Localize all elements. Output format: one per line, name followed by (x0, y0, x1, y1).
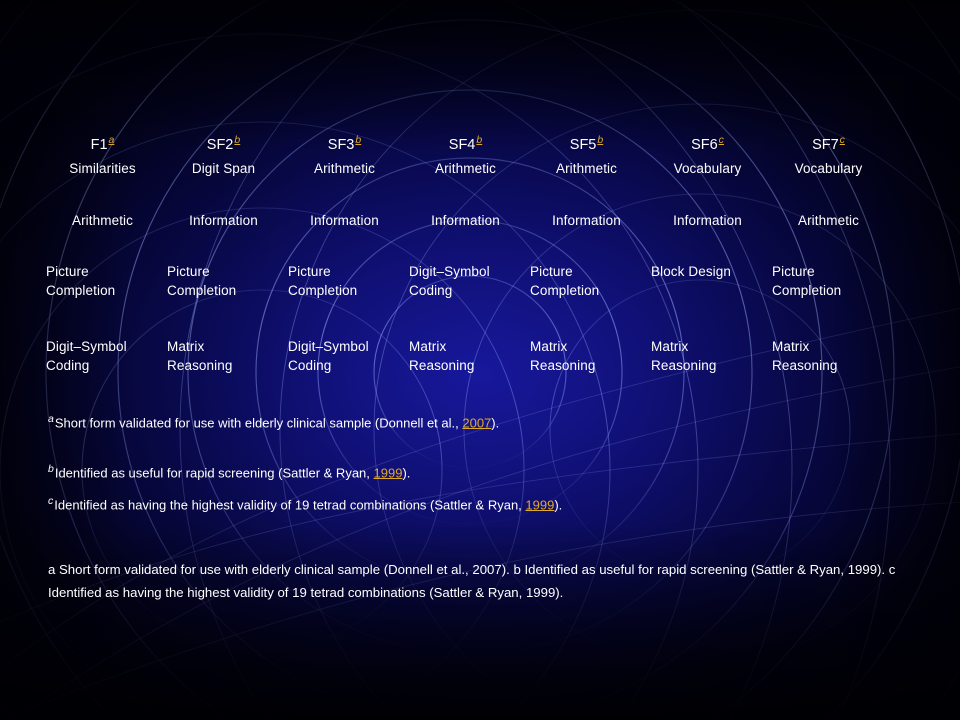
column-code-1: F1a (46, 131, 167, 155)
footnote-link-b[interactable]: 1999 (374, 465, 403, 480)
table-cell: Arithmetic (71, 213, 133, 228)
column-code-4: SF4b (409, 131, 530, 155)
column-superscript-2: b (234, 134, 241, 146)
table-cell: Matrix Reasoning (651, 339, 717, 373)
table-cell: Digit Span (191, 161, 256, 176)
table-cell: Picture Completion (167, 264, 237, 298)
footnote-text-c-before: Identified as having the highest validit… (54, 497, 526, 513)
table-cell: Digit–Symbol Coding (288, 339, 369, 373)
table-cell: Block Design (651, 264, 731, 279)
alt-text-paragraph: a Short form validated for use with elde… (48, 562, 896, 600)
column-superscript-5: b (597, 134, 604, 146)
table-cell: Matrix Reasoning (530, 339, 596, 373)
column-code-text-6: SF6 (691, 136, 718, 153)
table-cell: Picture Completion (46, 264, 116, 298)
column-code-text-5: SF5 (569, 136, 597, 153)
table-row-subtest-3: Picture Completion Picture Completion Pi… (46, 262, 926, 300)
table-row-subtest-1: Similarities Digit Span Arithmetic Arith… (46, 159, 926, 178)
footnote-text-a-before: Short form validated for use with elderl… (54, 415, 463, 431)
table-row-subtest-2: Arithmetic Information Information Infor… (46, 211, 926, 230)
column-code-text-3: SF3 (327, 136, 355, 153)
table-cell: Information (310, 213, 379, 228)
table-cell: Picture Completion (288, 264, 358, 298)
table-cell: Picture Completion (530, 264, 600, 298)
table-cell: Vocabulary (673, 161, 742, 176)
column-code-text-2: SF2 (206, 136, 234, 153)
table-cell: Information (431, 213, 500, 228)
table-cell: Digit–Symbol Coding (46, 339, 127, 373)
table-cell: Digit–Symbol Coding (409, 264, 490, 298)
column-code-7: SF7c (772, 131, 893, 155)
table-cell: Arithmetic (555, 161, 617, 176)
column-code-5: SF5b (530, 131, 651, 155)
column-superscript-6: c (718, 134, 724, 146)
column-code-6: SF6c (651, 131, 772, 155)
column-code-text-4: SF4 (448, 136, 476, 153)
column-superscript-7: c (839, 134, 845, 146)
slide-canvas: F1a SF2b SF3b SF4b SF5b SF6c SF7c Simila… (0, 0, 960, 720)
footnote-b: bIdentified as useful for rapid screenin… (48, 461, 410, 481)
footnote-text-b-before: Identified as useful for rapid screening… (54, 465, 374, 481)
footnote-text-c-after: ). (554, 497, 563, 513)
footnote-marker-a: a (48, 413, 54, 425)
table-cell: Arithmetic (434, 161, 496, 176)
table-cell: Picture Completion (772, 264, 842, 298)
table-cell: Information (189, 213, 258, 228)
footnote-text-b-after: ). (402, 465, 411, 481)
column-superscript-1: a (108, 134, 115, 146)
table-cell: Arithmetic (313, 161, 375, 176)
table-cell: Vocabulary (794, 161, 863, 176)
column-superscript-4: b (476, 134, 483, 146)
footnote-a: aShort form validated for use with elder… (48, 411, 499, 431)
column-code-text-7: SF7 (812, 136, 839, 153)
table-row-subtest-4: Digit–Symbol Coding Matrix Reasoning Dig… (46, 337, 926, 375)
column-code-3: SF3b (288, 131, 409, 155)
table-cell: Arithmetic (797, 213, 859, 228)
table-cell: Matrix Reasoning (409, 339, 475, 373)
footnote-marker-b: b (48, 463, 54, 475)
table-cell: Information (673, 213, 742, 228)
footnote-link-c[interactable]: 1999 (525, 497, 554, 512)
table-cell: Information (552, 213, 621, 228)
table-cell: Matrix Reasoning (167, 339, 233, 373)
column-code-text-1: F1 (90, 136, 108, 153)
footnote-link-a[interactable]: 2007 (462, 415, 491, 430)
table-cell: Similarities (69, 161, 136, 176)
table-header-codes-row: F1a SF2b SF3b SF4b SF5b SF6c SF7c (46, 131, 926, 155)
footnote-text-a-after: ). (491, 415, 500, 431)
column-code-2: SF2b (167, 131, 288, 155)
footnote-marker-c: c (48, 495, 54, 507)
column-superscript-3: b (355, 134, 362, 146)
table-cell: Matrix Reasoning (772, 339, 838, 373)
footnote-c: cIdentified as having the highest validi… (48, 493, 562, 513)
